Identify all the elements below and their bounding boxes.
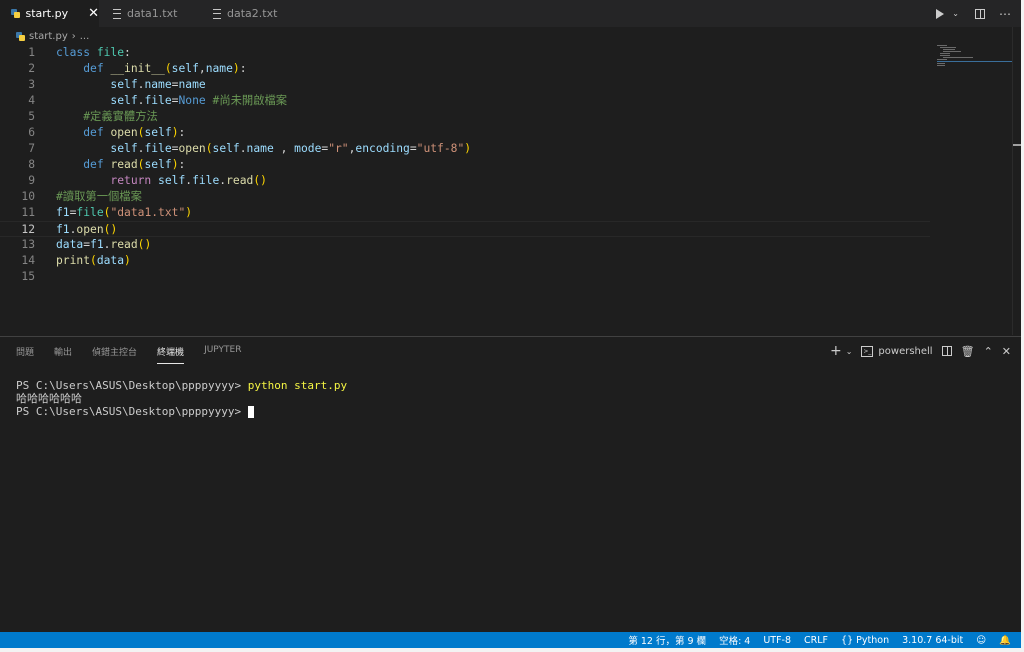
chevron-down-icon[interactable]: ⌄ [952, 9, 959, 18]
terminal-cursor [247, 406, 254, 418]
terminal-name[interactable]: powershell [878, 346, 932, 357]
code-line[interactable]: 6 def open(self): [0, 125, 930, 141]
terminal-line: 哈哈哈哈哈哈 [16, 392, 82, 405]
close-icon[interactable]: ✕ [1002, 345, 1011, 358]
terminal-icon: >_ [861, 345, 874, 357]
tab-debug-console[interactable]: 偵錯主控台 [92, 345, 137, 364]
vscode-window: start.py ✕ data1.txt data2.txt ⌄ ⋯ start… [0, 0, 1021, 648]
code-line[interactable]: 14 print(data) [0, 253, 930, 269]
code-line[interactable]: 2 def __init__(self,name): [0, 61, 930, 77]
tab-jupyter[interactable]: JUPYTER [204, 345, 241, 364]
tab-output[interactable]: 輸出 [54, 345, 72, 364]
tab-problems[interactable]: 問題 [16, 345, 34, 364]
close-icon[interactable]: ✕ [88, 6, 99, 21]
code-line[interactable]: 1 class file: [0, 45, 930, 61]
code-line[interactable]: 15 [0, 269, 930, 285]
tab-terminal[interactable]: 終端機 [157, 345, 185, 364]
file-encoding[interactable]: UTF-8 [763, 635, 791, 646]
tab-bar: start.py ✕ data1.txt data2.txt ⌄ ⋯ [0, 0, 1021, 27]
cursor-position[interactable]: 第 12 行，第 9 欄 [628, 633, 706, 647]
code-line[interactable]: 8 def read(self): [0, 157, 930, 173]
chevron-down-icon[interactable]: ⌄ [846, 347, 853, 356]
code-line[interactable]: 4 self.file=None #尚未開啟檔案 [0, 93, 930, 109]
panel-actions: + ⌄ >_ powershell 🗑 ⌃ ✕ [830, 343, 1011, 359]
split-editor-icon[interactable] [975, 8, 985, 19]
python-file-icon [16, 32, 25, 41]
terminal-line: PS C:\Users\ASUS\Desktop\ppppyyyy> [16, 405, 347, 418]
code-line[interactable]: 11 f1=file("data1.txt") [0, 205, 930, 221]
bottom-panel: 問題 輸出 偵錯主控台 終端機 JUPYTER + ⌄ >_ powershel… [0, 336, 1021, 633]
python-file-icon [11, 9, 21, 18]
tab-start-py[interactable]: start.py ✕ [0, 0, 99, 27]
panel-tabs: 問題 輸出 偵錯主控台 終端機 JUPYTER [16, 345, 261, 364]
tab-label: start.py [25, 7, 69, 20]
terminal-line: PS C:\Users\ASUS\Desktop\ppppyyyy> pytho… [16, 379, 348, 392]
breadcrumb: start.py › ... [16, 31, 89, 42]
text-file-icon [113, 8, 121, 19]
add-terminal-icon[interactable]: + [830, 343, 842, 359]
split-terminal-icon[interactable] [941, 346, 952, 356]
code-line[interactable]: 3 self.name=name [0, 77, 930, 93]
feedback-icon[interactable]: ☺ [976, 635, 986, 646]
python-interpreter[interactable]: 3.10.7 64-bit [902, 635, 963, 646]
cursor-position-marker [1013, 144, 1021, 146]
terminal-output[interactable]: PS C:\Users\ASUS\Desktop\ppppyyyy> pytho… [16, 379, 347, 418]
notifications-icon[interactable]: 🔔 [999, 635, 1011, 646]
more-actions-icon[interactable]: ⋯ [999, 7, 1011, 21]
tab-label: data2.txt [227, 7, 278, 20]
code-editor[interactable]: 1 class file: 2 def __init__(self,name): … [0, 45, 1010, 331]
chevron-right-icon: › [71, 31, 76, 42]
breadcrumb-file[interactable]: start.py [29, 31, 68, 42]
status-bar: 第 12 行，第 9 欄 空格: 4 UTF-8 CRLF {} Python … [0, 632, 1021, 648]
trash-icon[interactable]: 🗑 [961, 345, 975, 358]
run-icon[interactable] [936, 8, 945, 19]
editor-actions: ⌄ ⋯ [936, 0, 1011, 27]
end-of-line[interactable]: CRLF [804, 635, 828, 646]
text-file-icon [213, 8, 221, 19]
code-line[interactable]: 5 #定義實體方法 [0, 109, 930, 125]
editor-scrollbar[interactable] [1012, 27, 1021, 335]
braces-icon: {} [841, 634, 854, 646]
code-line[interactable]: 10 #讀取第一個檔案 [0, 189, 930, 205]
maximize-panel-icon[interactable]: ⌃ [984, 345, 993, 358]
breadcrumb-more[interactable]: ... [80, 31, 90, 42]
code-line[interactable]: 9 return self.file.read() [0, 173, 930, 189]
code-line[interactable]: 13 data=f1.read() [0, 237, 930, 253]
code-line-current[interactable]: 12 f1.open() [0, 221, 930, 237]
tab-label: data1.txt [127, 7, 178, 20]
tab-data1-txt[interactable]: data1.txt [99, 0, 199, 27]
language-mode[interactable]: {} Python [841, 635, 889, 646]
indentation[interactable]: 空格: 4 [719, 633, 750, 647]
minimap[interactable] [935, 45, 1013, 67]
tab-data2-txt[interactable]: data2.txt [199, 0, 297, 27]
code-line[interactable]: 7 self.file=open(self.name , mode="r",en… [0, 141, 930, 157]
